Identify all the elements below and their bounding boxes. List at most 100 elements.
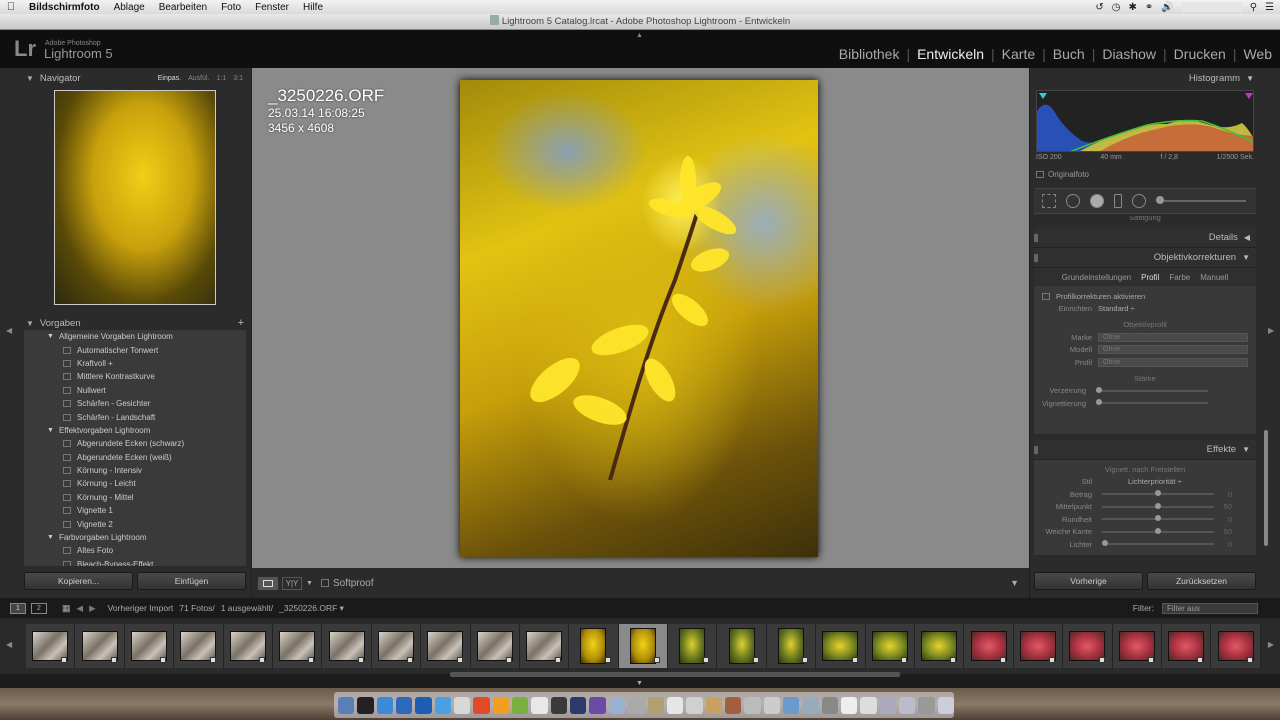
style-select[interactable]: Lichterpriorität ÷ [1128, 477, 1182, 486]
slider-knob[interactable] [1102, 540, 1108, 547]
dock-app-icon[interactable] [396, 696, 413, 714]
filmstrip-thumb[interactable] [1211, 624, 1261, 668]
distortion-slider[interactable] [1096, 386, 1208, 393]
preset-item[interactable]: Abgerundete Ecken (schwarz) [24, 437, 246, 450]
clock-icon[interactable]: ◷ [1112, 2, 1121, 13]
module-web[interactable]: Web [1243, 46, 1272, 62]
menu-ablage[interactable]: Ablage [107, 2, 152, 13]
filmstrip-thumb[interactable] [519, 624, 570, 668]
dock-app-icon[interactable] [898, 696, 916, 714]
dock-app-icon[interactable] [918, 696, 935, 714]
primary-window-button[interactable]: 1 [10, 602, 26, 614]
tab-farbe[interactable]: Farbe [1169, 273, 1190, 282]
enable-profile-row[interactable]: Profilkorrekturen aktivieren [1034, 290, 1256, 303]
filmstrip-thumb[interactable] [964, 624, 1014, 668]
enable-profile-checkbox[interactable] [1042, 292, 1050, 300]
dock-app-icon[interactable] [840, 696, 858, 714]
toolbar-menu-arrow-icon[interactable]: ▼ [1010, 578, 1029, 588]
dock-app-icon[interactable] [473, 696, 490, 714]
paste-button[interactable]: Einfügen [137, 572, 246, 590]
spot-removal-icon[interactable] [1066, 194, 1080, 208]
volume-icon[interactable]: 🔊 [1161, 2, 1173, 13]
slider-knob[interactable] [1155, 527, 1161, 534]
panel-switch-icon[interactable] [1034, 234, 1038, 242]
filmstrip-thumb[interactable] [717, 624, 767, 668]
filmstrip-left-arrow-icon[interactable]: ◀ [6, 640, 12, 649]
dock-app-icon[interactable] [608, 696, 626, 714]
filmstrip-thumb[interactable] [569, 624, 619, 668]
triangle-down-icon[interactable]: ▼ [47, 427, 54, 434]
slider-knob[interactable] [1155, 502, 1161, 509]
dock-app-icon[interactable] [434, 696, 452, 714]
module-entwickeln[interactable]: Entwickeln [917, 46, 984, 62]
right-panel-toggle[interactable]: ▶ [1260, 68, 1280, 598]
previous-button[interactable]: Vorherige [1034, 572, 1143, 590]
dock-app-icon[interactable] [937, 696, 954, 714]
time-machine-icon[interactable]: ↺ [1095, 2, 1103, 13]
panel-switch-icon[interactable] [1034, 445, 1038, 454]
collapse-top-arrow-icon[interactable]: ▲ [636, 32, 643, 39]
grid-view-icon[interactable]: ▦ [62, 603, 71, 614]
dock-app-icon[interactable] [686, 696, 703, 714]
histogram-header[interactable]: Histogramm ▼ [1030, 68, 1260, 88]
dock-app-icon[interactable] [705, 696, 722, 714]
amount-value[interactable]: 0 [1214, 490, 1232, 499]
highlights-value[interactable]: 0 [1214, 540, 1232, 549]
preset-folder[interactable]: ▼ Allgemeine Vorgaben Lightroom [24, 330, 246, 343]
make-select[interactable]: Ohne [1098, 332, 1248, 342]
tab-manuell[interactable]: Manuell [1200, 273, 1228, 282]
radial-filter-icon[interactable] [1132, 194, 1146, 208]
dock-app-icon[interactable] [550, 696, 568, 714]
zoom-1-1[interactable]: 1:1 [217, 75, 227, 82]
zoom-3-1[interactable]: 3:1 [233, 75, 243, 82]
tab-grundeinstellungen[interactable]: Grundeinstellungen [1062, 273, 1131, 282]
preset-item[interactable]: Automatischer Tonwert [24, 343, 246, 356]
spotlight-icon[interactable]: ⚲ [1250, 2, 1257, 13]
graduated-filter-icon[interactable] [1114, 194, 1122, 208]
add-preset-icon[interactable]: + [238, 317, 252, 329]
slider-knob[interactable] [1096, 399, 1102, 406]
dropdown-arrow-icon[interactable]: ▼ [306, 580, 313, 587]
dock-app-icon[interactable] [492, 696, 510, 714]
details-header[interactable]: Details ◀ [1034, 228, 1256, 248]
dock-app-icon[interactable] [589, 696, 606, 714]
source-label[interactable]: Vorheriger Import [108, 603, 174, 613]
preset-item[interactable]: Schärfen - Landschaft [24, 410, 246, 423]
filmstrip-right-arrow-icon[interactable]: ▶ [1268, 640, 1274, 649]
dock-app-icon[interactable] [357, 696, 374, 714]
original-photo-toggle[interactable]: Originalfoto [1036, 170, 1089, 179]
histogram[interactable] [1036, 90, 1254, 152]
filmstrip-thumb[interactable] [1063, 624, 1113, 668]
preset-item[interactable]: Körnung - Leicht [24, 477, 246, 490]
filmstrip-thumb[interactable] [1112, 624, 1162, 668]
vignetting-slider[interactable] [1096, 399, 1208, 406]
filmstrip-thumb[interactable] [272, 624, 323, 668]
preset-item[interactable]: Körnung - Mittel [24, 491, 246, 504]
dock-app-icon[interactable] [628, 696, 645, 714]
presets-list[interactable]: ▼ Allgemeine Vorgaben Lightroom Automatisc… [24, 330, 246, 566]
filmstrip-thumb[interactable] [1013, 624, 1064, 668]
dock-app-icon[interactable] [860, 696, 877, 714]
midpoint-slider[interactable] [1102, 502, 1214, 509]
dock-app-icon[interactable] [879, 696, 896, 714]
filmstrip-thumb[interactable] [371, 624, 422, 668]
reset-button[interactable]: Zurücksetzen [1147, 572, 1256, 590]
loupe-view-button[interactable] [258, 576, 278, 590]
feather-slider[interactable] [1102, 527, 1214, 534]
preset-folder[interactable]: ▼ Farbvorgaben Lightroom [24, 531, 246, 544]
filmstrip-thumb[interactable] [124, 624, 175, 668]
dock-app-icon[interactable] [782, 696, 800, 714]
preset-folder[interactable]: ▼ Effektvorgaben Lightroom [24, 424, 246, 437]
filter-select[interactable]: Filter aus [1162, 602, 1258, 614]
filmstrip-thumb[interactable] [1161, 624, 1212, 668]
module-buch[interactable]: Buch [1053, 46, 1085, 62]
preset-item[interactable]: Nullwert [24, 384, 246, 397]
scrollbar-thumb[interactable] [1264, 430, 1268, 546]
filmstrip-thumb[interactable] [865, 624, 916, 668]
preset-item[interactable]: Vignette 1 [24, 504, 246, 517]
dock-app-icon[interactable] [376, 696, 394, 714]
collapse-bottom-arrow-icon[interactable]: ▼ [636, 680, 643, 687]
navigator-header[interactable]: ▼ Navigator Einpas. Ausfül. 1:1 3:1 [20, 68, 251, 88]
dock-app-icon[interactable] [763, 696, 780, 714]
feather-value[interactable]: 50 [1214, 527, 1232, 536]
